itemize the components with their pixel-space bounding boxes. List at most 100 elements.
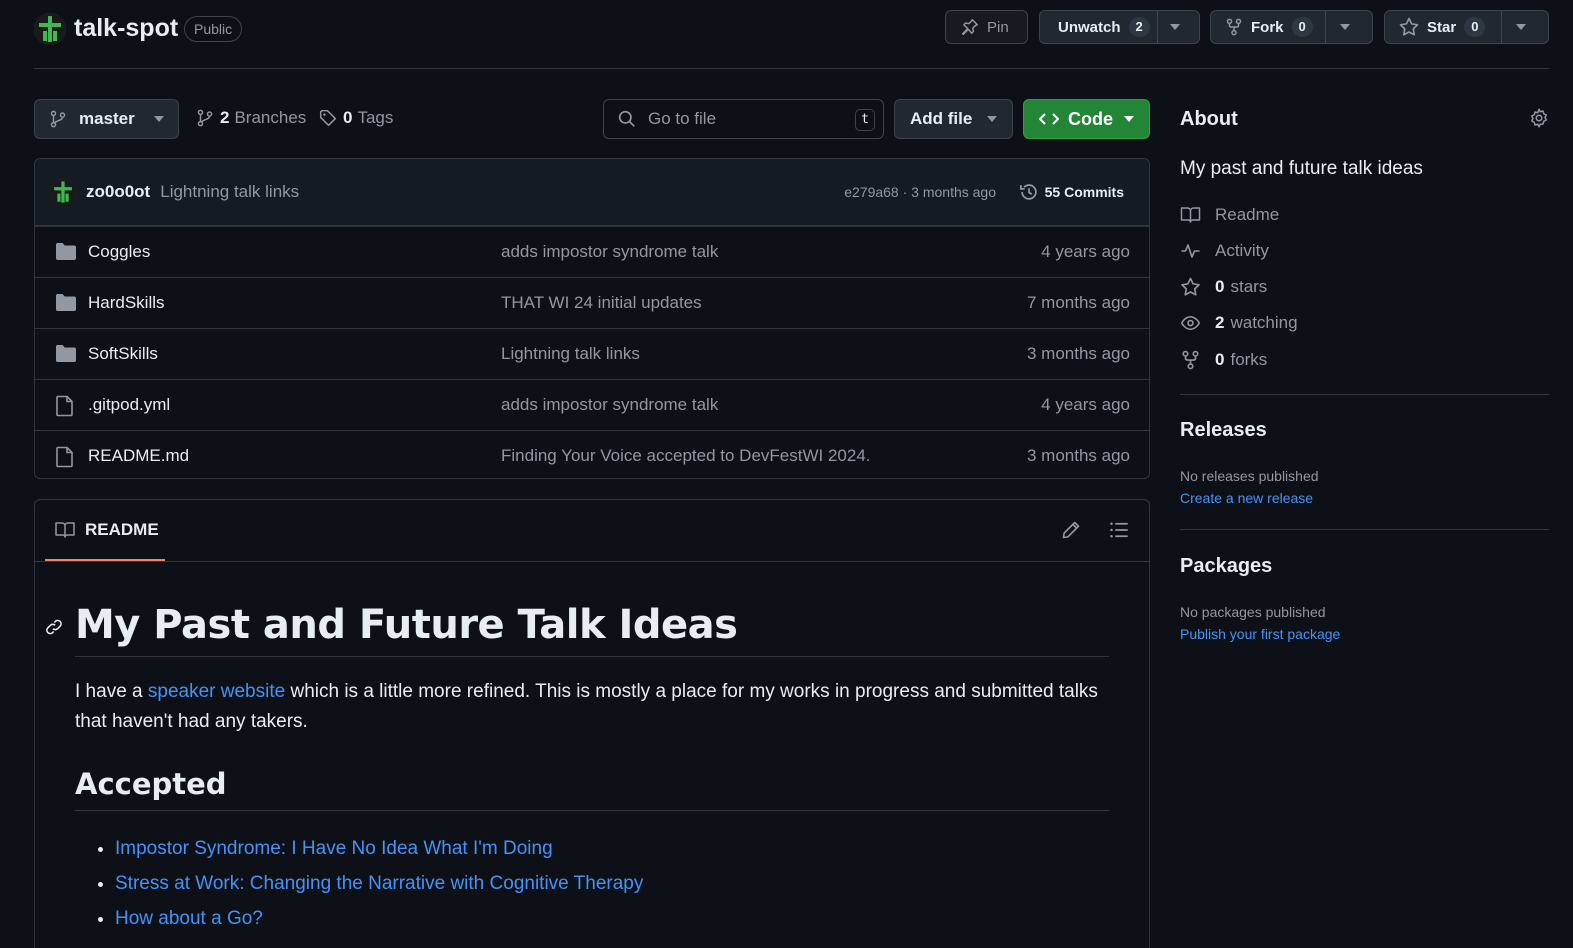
readme-title-text: My Past and Future Talk Ideas <box>75 602 738 648</box>
search-icon <box>618 110 635 127</box>
packages-heading[interactable]: Packages <box>1180 555 1272 578</box>
file-name[interactable]: HardSkills <box>88 293 165 313</box>
file-commit-message[interactable]: adds impostor syndrome talk <box>501 242 718 262</box>
fork-label: Fork <box>1251 18 1284 36</box>
file-name[interactable]: SoftSkills <box>88 344 158 364</box>
file-row[interactable]: HardSkills THAT WI 24 initial updates 7 … <box>35 277 1149 328</box>
pencil-icon[interactable] <box>1061 520 1081 540</box>
forks-count: 0 <box>1215 350 1225 369</box>
file-age: 7 months ago <box>1026 293 1130 312</box>
tags-link[interactable]: 0 Tags <box>319 108 393 128</box>
accepted-list: Impostor Syndrome: I Have No Idea What I… <box>75 831 1109 936</box>
file-commit-message[interactable]: THAT WI 24 initial updates <box>501 293 702 313</box>
releases-heading[interactable]: Releases <box>1180 419 1267 442</box>
gear-icon[interactable] <box>1529 108 1549 128</box>
create-release-link[interactable]: Create a new release <box>1180 490 1313 506</box>
link-icon[interactable] <box>45 618 63 636</box>
file-row[interactable]: README.md Finding Your Voice accepted to… <box>35 430 1149 478</box>
history-icon <box>1019 184 1037 200</box>
publish-package-link[interactable]: Publish your first package <box>1180 626 1340 642</box>
eye-icon <box>1180 315 1201 331</box>
speaker-website-link[interactable]: speaker website <box>148 681 285 702</box>
book-icon <box>1180 207 1201 223</box>
owner-avatar[interactable] <box>34 13 66 45</box>
branch-name: master <box>79 109 135 128</box>
commits-count: 55 Commits <box>1044 184 1124 200</box>
commits-link[interactable]: 55 Commits <box>1019 182 1124 202</box>
pin-button[interactable]: Pin <box>945 10 1028 44</box>
code-icon <box>1039 113 1059 125</box>
branch-icon <box>197 109 213 127</box>
fork-dropdown[interactable] <box>1325 11 1372 43</box>
file-name[interactable]: README.md <box>88 446 189 466</box>
file-commit-message[interactable]: Finding Your Voice accepted to DevFestWI… <box>501 446 871 466</box>
talk-link[interactable]: How about a Go? <box>115 908 263 929</box>
star-count: 0 <box>1464 17 1486 37</box>
watching-link[interactable]: 2 watching <box>1180 313 1298 333</box>
file-icon <box>56 395 73 417</box>
file-age: 4 years ago <box>1041 395 1130 414</box>
go-to-file-input[interactable]: Go to file t <box>603 99 884 139</box>
file-commit-message[interactable]: adds impostor syndrome talk <box>501 395 718 415</box>
folder-icon <box>56 345 76 362</box>
file-name[interactable]: Coggles <box>88 242 150 262</box>
readme-link-label: Readme <box>1215 205 1280 224</box>
commit-message[interactable]: Lightning talk links <box>160 182 299 202</box>
file-row[interactable]: Coggles adds impostor syndrome talk 4 ye… <box>35 226 1149 277</box>
repo-name[interactable]: talk-spot <box>74 14 178 43</box>
file-icon <box>56 446 73 468</box>
talk-link[interactable]: Impostor Syndrome: I Have No Idea What I… <box>115 838 553 859</box>
star-label: Star <box>1427 18 1457 36</box>
divider <box>1180 529 1549 530</box>
star-icon <box>1181 277 1200 296</box>
file-row[interactable]: SoftSkills Lightning talk links 3 months… <box>35 328 1149 379</box>
readme-tab-label: README <box>85 519 159 539</box>
readme-title: My Past and Future Talk Ideas <box>46 602 1109 657</box>
stars-count: 0 <box>1215 277 1225 296</box>
folder-icon <box>56 243 76 260</box>
readme-link[interactable]: Readme <box>1180 205 1279 225</box>
talk-link[interactable]: Stress at Work: Changing the Narrative w… <box>115 873 643 894</box>
go-to-file-placeholder: Go to file <box>648 109 717 128</box>
fork-icon <box>1226 18 1242 36</box>
branch-select[interactable]: master <box>34 99 179 139</box>
activity-link[interactable]: Activity <box>1180 241 1269 261</box>
caret-down-icon <box>1124 116 1134 122</box>
unwatch-button[interactable]: Unwatch 2 <box>1039 10 1200 44</box>
tags-count: 0 <box>343 108 353 127</box>
star-button[interactable]: Star 0 <box>1384 10 1549 44</box>
author-avatar[interactable] <box>50 179 76 205</box>
list-item: Stress at Work: Changing the Narrative w… <box>115 866 1109 901</box>
file-name[interactable]: .gitpod.yml <box>88 395 170 415</box>
stars-link[interactable]: 0 stars <box>1180 277 1267 297</box>
star-dropdown[interactable] <box>1501 11 1548 43</box>
file-age: 3 months ago <box>1026 446 1130 465</box>
file-age: 4 years ago <box>1041 242 1130 261</box>
commit-author[interactable]: zo0o0ot <box>86 182 150 202</box>
outline-icon[interactable] <box>1109 520 1129 540</box>
add-file-label: Add file <box>910 109 973 128</box>
fork-icon <box>1182 350 1199 370</box>
add-file-button[interactable]: Add file <box>894 99 1013 139</box>
commit-sha-age[interactable]: e279a68 · 3 months ago <box>844 184 996 200</box>
readme-intro: I have a speaker website which is a litt… <box>75 677 1109 737</box>
branches-link[interactable]: 2 Branches <box>196 108 306 128</box>
folder-icon <box>56 294 76 311</box>
packages-empty-text: No packages published <box>1180 604 1326 620</box>
tab-readme[interactable]: README <box>45 500 165 561</box>
fork-button[interactable]: Fork 0 <box>1210 10 1373 44</box>
branches-count: 2 <box>220 108 230 127</box>
section-accepted: Accepted <box>75 767 1109 811</box>
forks-link[interactable]: 0 forks <box>1180 350 1267 370</box>
file-row[interactable]: .gitpod.yml adds impostor syndrome talk … <box>35 379 1149 430</box>
unwatch-dropdown[interactable] <box>1157 11 1200 43</box>
code-button[interactable]: Code <box>1023 99 1150 139</box>
readme-content: My Past and Future Talk Ideas I have a s… <box>46 562 1109 936</box>
divider <box>1180 394 1549 395</box>
list-item: How about a Go? <box>115 901 1109 936</box>
caret-down-icon <box>1340 24 1350 30</box>
watching-count: 2 <box>1215 313 1225 332</box>
caret-down-icon <box>987 116 997 122</box>
file-commit-message[interactable]: Lightning talk links <box>501 344 640 364</box>
book-icon <box>55 521 75 538</box>
